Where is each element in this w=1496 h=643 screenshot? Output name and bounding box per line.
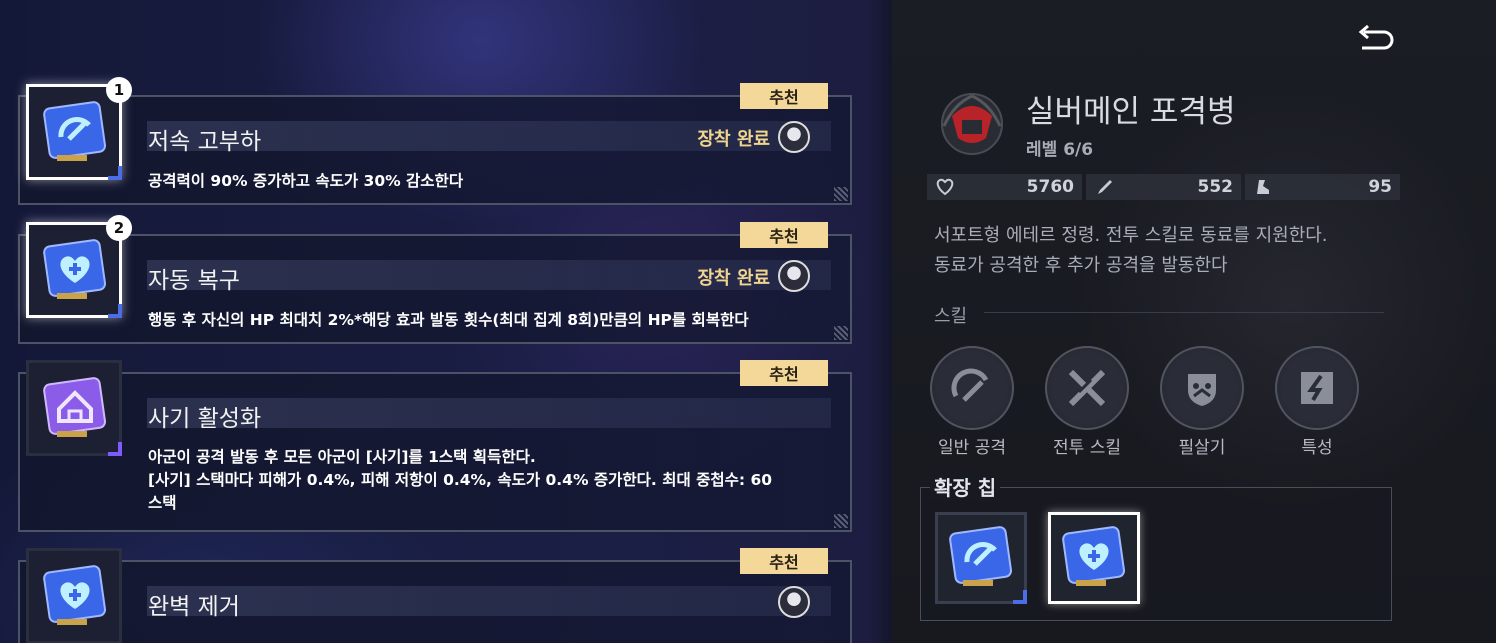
frame-notch bbox=[1013, 590, 1027, 604]
character-name: 실버메인 포격병 bbox=[1026, 94, 1236, 130]
house-icon bbox=[43, 377, 107, 437]
skill-ultimate[interactable] bbox=[1160, 346, 1244, 430]
chip-description: 아군이 공격 발동 후 모든 아군이 [사기]를 1스택 획득한다. [사기] … bbox=[148, 446, 820, 515]
chip-title: 사기 활성화 bbox=[148, 406, 262, 432]
chip-title: 완벽 제거 bbox=[148, 594, 240, 620]
character-description: 서포트형 에테르 정령. 전투 스킬로 동료를 지원한다. 동료가 공격한 후 … bbox=[934, 221, 1384, 281]
boot-icon bbox=[1257, 180, 1269, 194]
stat-attack: 552 bbox=[1086, 174, 1241, 200]
heart-shield-icon bbox=[43, 565, 107, 625]
chip-description-line: 스택 bbox=[148, 494, 177, 512]
slot-number-badge: 2 bbox=[106, 215, 132, 241]
chip-icon-frame[interactable] bbox=[26, 360, 122, 456]
chip-card[interactable]: 추천 사기 활성화 아군이 공격 발동 후 모든 아군이 [사기]를 1스택 획… bbox=[18, 360, 852, 532]
skill-battle-skill[interactable] bbox=[1045, 346, 1129, 430]
chip-card[interactable]: 추천 저속 고부하 장착 완료 공격력이 90% 증가하고 속도가 30% 감소… bbox=[18, 83, 852, 205]
divider bbox=[984, 312, 1384, 313]
frame-notch bbox=[108, 304, 122, 318]
character-description-line: 동료가 공격한 후 추가 공격을 발동한다 bbox=[934, 255, 1228, 276]
avatar bbox=[778, 121, 810, 153]
extension-chip-label: 확장 칩 bbox=[930, 472, 1001, 501]
recommend-badge: 추천 bbox=[740, 222, 828, 248]
back-arrow-icon[interactable] bbox=[1356, 22, 1396, 56]
skills-section-label: 스킬 bbox=[934, 306, 968, 327]
skill-label: 특성 bbox=[1301, 438, 1333, 458]
skill-label: 일반 공격 bbox=[938, 438, 1006, 458]
chip-title: 저속 고부하 bbox=[148, 129, 262, 155]
stat-attack-value: 552 bbox=[1197, 177, 1234, 197]
stat-speed: 95 bbox=[1245, 174, 1400, 200]
slot-number-badge: 1 bbox=[106, 77, 132, 103]
character-description-line: 서포트형 에테르 정령. 전투 스킬로 동료를 지원한다. bbox=[934, 225, 1328, 246]
recommend-badge: 추천 bbox=[740, 83, 828, 109]
chip-title: 자동 복구 bbox=[148, 268, 240, 294]
skill-label: 필살기 bbox=[1178, 438, 1226, 458]
heart-shield-icon bbox=[1062, 526, 1126, 586]
gauge-icon bbox=[951, 368, 989, 402]
corner-decoration bbox=[834, 187, 848, 201]
skull-shield-icon bbox=[1188, 374, 1216, 406]
faction-emblem-icon bbox=[941, 93, 1003, 155]
chip-card[interactable]: 추천 완벽 제거 bbox=[18, 548, 852, 643]
chip-icon-frame[interactable] bbox=[26, 222, 122, 318]
chip-description: 행동 후 자신의 HP 최대치 2%*해당 효과 발동 횟수(최대 집계 8회)… bbox=[148, 311, 749, 329]
extension-chip-slot-1[interactable] bbox=[935, 512, 1027, 604]
heart-shield-icon bbox=[43, 239, 107, 299]
frame-notch bbox=[108, 442, 122, 456]
avatar bbox=[778, 586, 810, 618]
stat-hp: 5760 bbox=[927, 174, 1082, 200]
chip-description: 공격력이 90% 증가하고 속도가 30% 감소한다 bbox=[148, 172, 464, 190]
gauge-icon bbox=[43, 101, 107, 161]
equipped-label: 장착 완료 bbox=[697, 268, 770, 289]
skill-label: 전투 스킬 bbox=[1053, 438, 1121, 458]
lightning-icon bbox=[1301, 372, 1333, 404]
chip-description-line: [사기] 스택마다 피해가 0.4%, 피해 저항이 0.4%, 속도가 0.4… bbox=[148, 471, 773, 489]
sword-icon bbox=[1098, 180, 1112, 194]
stat-hp-value: 5760 bbox=[1026, 177, 1074, 197]
equipped-label: 장착 완료 bbox=[697, 129, 770, 150]
skill-talent[interactable] bbox=[1275, 346, 1359, 430]
heart-icon bbox=[936, 178, 954, 196]
gauge-icon bbox=[949, 526, 1013, 586]
chip-description-line: 아군이 공격 발동 후 모든 아군이 [사기]를 1스택 획득한다. bbox=[148, 448, 536, 466]
avatar bbox=[778, 260, 810, 292]
extension-chip-slot-2[interactable] bbox=[1048, 512, 1140, 604]
corner-decoration bbox=[834, 326, 848, 340]
chip-card[interactable]: 추천 자동 복구 장착 완료 행동 후 자신의 HP 최대치 2%*해당 효과 … bbox=[18, 222, 852, 344]
chip-icon-frame[interactable] bbox=[26, 84, 122, 180]
frame-notch bbox=[108, 166, 122, 180]
recommend-badge: 추천 bbox=[740, 360, 828, 386]
character-level: 레벨 6/6 bbox=[1026, 140, 1094, 160]
skill-normal-attack[interactable] bbox=[930, 346, 1014, 430]
chip-icon-frame[interactable] bbox=[26, 548, 122, 643]
chip-title-bar bbox=[147, 586, 831, 616]
crossed-swords-icon bbox=[1068, 369, 1106, 407]
corner-decoration bbox=[834, 514, 848, 528]
stat-speed-value: 95 bbox=[1368, 177, 1392, 197]
recommend-badge: 추천 bbox=[740, 548, 828, 574]
